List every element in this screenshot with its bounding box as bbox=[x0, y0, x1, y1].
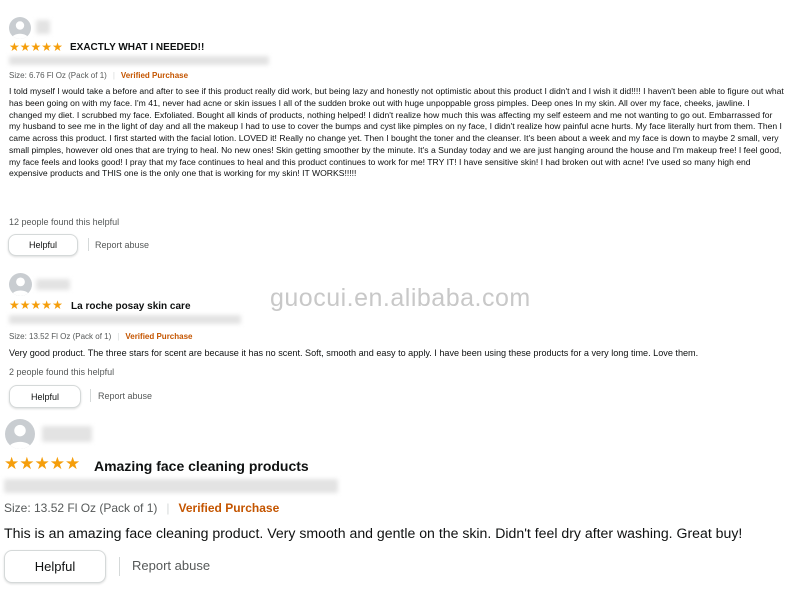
watermark: guocui.en.alibaba.com bbox=[270, 284, 531, 312]
rating-stars: ★ ★ ★ ★ ★ bbox=[4, 455, 80, 472]
review-title[interactable]: Amazing face cleaning products bbox=[94, 458, 309, 474]
verified-purchase-badge: Verified Purchase bbox=[178, 501, 280, 515]
star-icon: ★ bbox=[34, 454, 50, 473]
report-abuse-link[interactable]: Report abuse bbox=[95, 240, 149, 250]
verified-purchase-badge: Verified Purchase bbox=[120, 71, 189, 80]
star-icon: ★ bbox=[41, 40, 53, 54]
star-icon: ★ bbox=[19, 298, 31, 312]
button-divider bbox=[119, 557, 120, 576]
report-abuse-link[interactable]: Report abuse bbox=[98, 391, 152, 401]
meta-divider: | bbox=[117, 332, 120, 341]
review-body: Very good product. The three stars for s… bbox=[9, 348, 699, 358]
helpful-button[interactable]: Helpful bbox=[9, 385, 81, 408]
star-icon: ★ bbox=[4, 454, 20, 473]
star-icon: ★ bbox=[41, 298, 53, 312]
star-icon: ★ bbox=[9, 298, 20, 312]
star-icon: ★ bbox=[30, 298, 42, 312]
review-body: I told myself I would take a before and … bbox=[9, 86, 784, 179]
review-title[interactable]: La roche posay skin care bbox=[71, 301, 191, 312]
avatar-icon bbox=[9, 273, 32, 296]
helpful-count: 2 people found this helpful bbox=[9, 367, 115, 377]
star-icon: ★ bbox=[19, 40, 31, 54]
size-label: Size: 13.52 Fl Oz (Pack of 1) bbox=[9, 332, 112, 341]
review-title[interactable]: EXACTLY WHAT I NEEDED!! bbox=[70, 42, 204, 53]
avatar-icon bbox=[9, 17, 31, 39]
verified-purchase-badge: Verified Purchase bbox=[125, 332, 193, 341]
star-icon: ★ bbox=[30, 40, 42, 54]
review-date-redacted bbox=[9, 315, 241, 324]
star-icon: ★ bbox=[52, 40, 63, 54]
star-icon: ★ bbox=[52, 298, 63, 312]
avatar-icon bbox=[5, 419, 35, 449]
review-meta: Size: 6.76 Fl Oz (Pack of 1) | Verified Pu… bbox=[9, 71, 188, 80]
button-divider bbox=[88, 238, 89, 251]
helpful-button[interactable]: Helpful bbox=[4, 550, 106, 583]
rating-stars: ★ ★ ★ ★ ★ bbox=[9, 41, 63, 53]
size-label: Size: 13.52 Fl Oz (Pack of 1) bbox=[4, 501, 158, 515]
button-divider bbox=[90, 389, 91, 402]
star-icon: ★ bbox=[49, 454, 65, 473]
review-meta: Size: 13.52 Fl Oz (Pack of 1) | Verified P… bbox=[9, 332, 193, 341]
reviewer-name-redacted bbox=[36, 20, 50, 34]
helpful-count: 12 people found this helpful bbox=[9, 217, 120, 227]
meta-divider: | bbox=[166, 501, 170, 515]
review-body: This is an amazing face cleaning product… bbox=[4, 525, 743, 541]
reviewer-name-redacted bbox=[36, 279, 70, 290]
star-icon: ★ bbox=[9, 40, 20, 54]
size-label: Size: 6.76 Fl Oz (Pack of 1) bbox=[9, 71, 107, 80]
helpful-button[interactable]: Helpful bbox=[8, 234, 78, 256]
report-abuse-link[interactable]: Report abuse bbox=[132, 558, 210, 573]
rating-stars: ★ ★ ★ ★ ★ bbox=[9, 299, 63, 311]
star-icon: ★ bbox=[19, 454, 35, 473]
review-meta: Size: 13.52 Fl Oz (Pack of 1) | Verified P… bbox=[4, 501, 279, 515]
review-date-redacted bbox=[4, 479, 338, 493]
reviewer-name-redacted bbox=[42, 426, 92, 442]
meta-divider: | bbox=[112, 71, 115, 80]
review-date-redacted bbox=[9, 56, 269, 65]
star-icon: ★ bbox=[65, 454, 81, 473]
